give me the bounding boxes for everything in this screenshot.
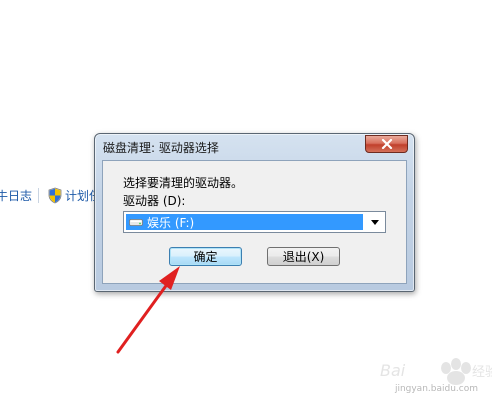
dialog-content: 选择要清理的驱动器。 驱动器 (D): 娱乐 (F:) 确定 退出(X) <box>102 160 407 284</box>
exit-button[interactable]: 退出(X) <box>267 247 340 266</box>
disk-cleanup-dialog: 磁盘清理: 驱动器选择 选择要清理的驱动器。 驱动器 (D): 娱乐 (F:) <box>94 133 415 292</box>
drive-label: 驱动器 (D): <box>123 194 186 208</box>
svg-text:经验: 经验 <box>472 364 492 380</box>
drive-selected-option[interactable]: 娱乐 (F:) <box>126 214 363 230</box>
drive-select[interactable]: 娱乐 (F:) <box>123 211 386 233</box>
drive-selected-label: 娱乐 (F:) <box>147 215 195 230</box>
dialog-title: 磁盘清理: 驱动器选择 <box>103 141 219 155</box>
task-scheduler-link[interactable]: 计划任务 <box>65 187 95 204</box>
link-separator <box>38 188 39 203</box>
close-button[interactable] <box>365 135 408 153</box>
dialog-prompt: 选择要清理的驱动器。 <box>123 176 244 190</box>
close-icon <box>381 139 392 149</box>
chevron-down-icon <box>371 219 379 225</box>
desktop-window: 牛日志 计划任务 磁盘清理: 驱动器选择 选择要清理的驱动器。 驱动器 (D): <box>0 0 500 400</box>
dialog-titlebar[interactable]: 磁盘清理: 驱动器选择 <box>95 134 414 160</box>
watermark-url: jingyan.baidu.com <box>394 384 478 394</box>
event-log-link[interactable]: 牛日志 <box>0 187 32 204</box>
arrow-shaft <box>116 281 170 354</box>
ok-button[interactable]: 确定 <box>169 247 242 266</box>
dropdown-button[interactable] <box>365 212 385 232</box>
svg-text:Bai: Bai <box>380 361 406 380</box>
shield-icon <box>48 187 62 204</box>
drive-icon <box>129 219 143 226</box>
